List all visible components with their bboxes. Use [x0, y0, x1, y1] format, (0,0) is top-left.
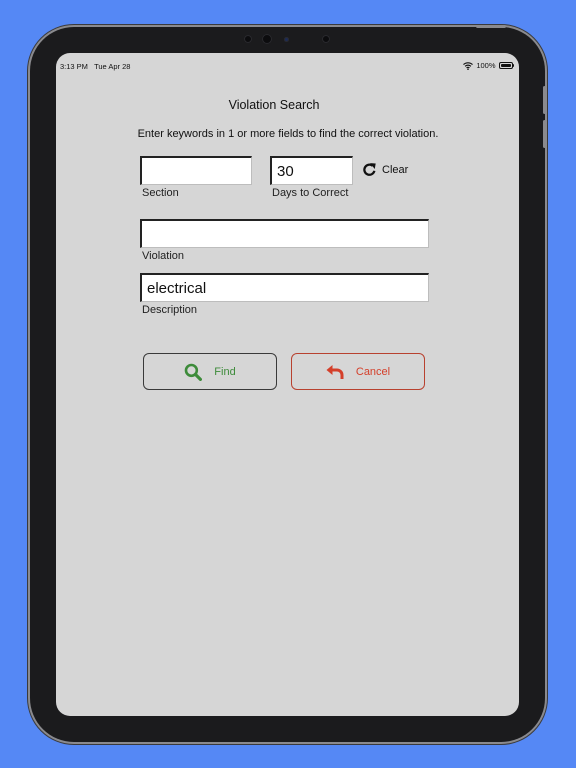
status-indicators: 100%	[463, 61, 514, 70]
camera-icon	[262, 34, 272, 44]
status-time-text: 3:13 PM	[60, 62, 88, 71]
wifi-icon	[463, 61, 474, 70]
volume-button	[543, 120, 546, 148]
status-bar: 3:13 PM Tue Apr 28 100%	[56, 53, 519, 79]
sensor-icon	[284, 37, 289, 42]
battery-percent: 100%	[476, 61, 496, 70]
section-label: Section	[142, 187, 179, 199]
status-time: 3:13 PM Tue Apr 28	[60, 62, 130, 71]
violation-input[interactable]	[140, 219, 429, 248]
find-label: Find	[214, 365, 236, 378]
find-button[interactable]: Find	[143, 353, 277, 390]
section-input[interactable]	[140, 156, 252, 185]
undo-arrow-icon	[326, 364, 344, 379]
battery-icon	[498, 62, 514, 69]
status-date-text: Tue Apr 28	[94, 62, 131, 71]
clear-button[interactable]: Clear	[362, 162, 408, 177]
clear-label: Clear	[382, 163, 409, 176]
days-to-correct-label: Days to Correct	[272, 187, 349, 199]
refresh-icon	[363, 163, 376, 176]
volume-button	[543, 86, 546, 114]
app-screen: 3:13 PM Tue Apr 28 100% Violation Search…	[56, 53, 519, 716]
violation-label: Violation	[142, 250, 184, 262]
search-icon	[184, 363, 203, 381]
instructions-text: Enter keywords in 1 or more fields to fi…	[137, 128, 439, 140]
cancel-button[interactable]: Cancel	[291, 353, 425, 390]
battery-fill	[500, 64, 511, 67]
description-input[interactable]	[140, 273, 429, 302]
cancel-label: Cancel	[355, 365, 391, 378]
front-camera-bar	[240, 32, 336, 46]
description-label: Description	[142, 304, 198, 316]
battery-body	[498, 62, 513, 69]
power-button	[476, 25, 506, 28]
days-to-correct-input[interactable]	[270, 156, 353, 185]
sensor-icon	[244, 35, 252, 43]
page-title: Violation Search	[228, 98, 320, 112]
sensor-icon	[322, 35, 330, 43]
battery-tip	[512, 64, 514, 67]
